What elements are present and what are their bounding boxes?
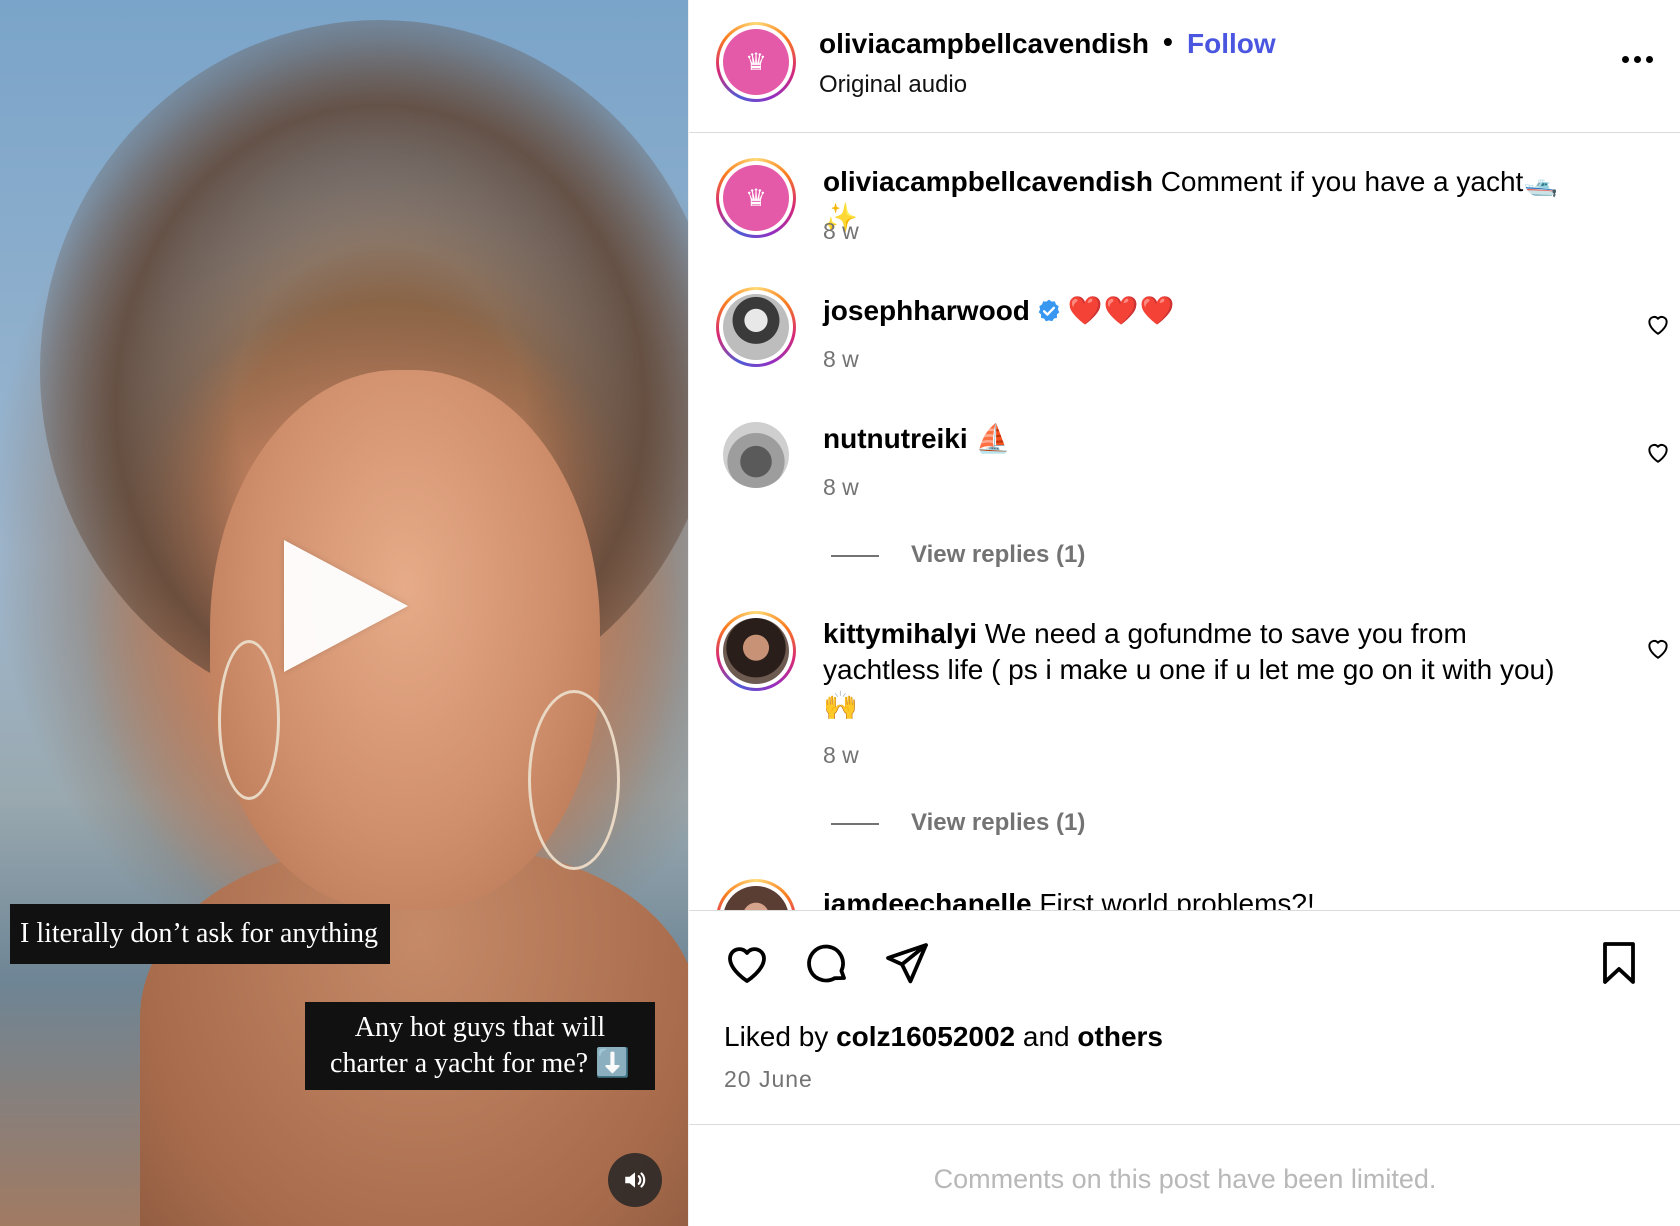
comment-username[interactable]: kittymihalyi (823, 618, 977, 649)
liked-by-text: Liked by colz16052002 and others (724, 1021, 1163, 1053)
comment-body: First world problems?! (1039, 888, 1315, 910)
comment-text: josephharwood ❤️❤️❤️ (823, 293, 1583, 329)
play-icon[interactable] (284, 540, 408, 672)
separator-dot: • (1163, 26, 1173, 57)
liked-by-user-link[interactable]: colz16052002 (836, 1021, 1015, 1052)
post-date[interactable]: 20 June (724, 1066, 813, 1093)
like-comment-heart-icon[interactable] (1645, 635, 1671, 661)
crown-logo-icon: ♛ (723, 29, 789, 95)
comment-username[interactable]: iamdeechanelle (823, 888, 1032, 910)
author-avatar[interactable]: ♛ (716, 22, 796, 102)
comment-avatar[interactable]: ♛ (716, 158, 796, 238)
comment-time: 8 w (823, 742, 859, 768)
post-details-panel: ♛ oliviacampbellcavendish • Follow Origi… (688, 0, 1680, 1226)
earring-right (528, 690, 620, 870)
bookmark-save-icon[interactable] (1595, 939, 1643, 987)
comment-text: oliviacampbellcavendish Comment if you h… (823, 164, 1583, 236)
video-caption-top: I literally don’t ask for anything (10, 904, 390, 964)
comment-avatar[interactable] (716, 611, 796, 691)
like-comment-heart-icon[interactable] (1645, 311, 1671, 337)
comment-bubble-icon[interactable] (803, 939, 851, 987)
comment-time: 8 w (823, 474, 859, 500)
liked-others-link[interactable]: others (1077, 1021, 1163, 1052)
comment-avatar[interactable] (723, 422, 789, 488)
comment-time: 8 w (823, 218, 859, 244)
earring-left (218, 640, 280, 800)
speaker-icon (625, 1172, 646, 1188)
liked-prefix: Liked by (724, 1021, 829, 1052)
comments-limited-notice: Comments on this post have been limited. (933, 1164, 1437, 1194)
comment-text: kittymihalyi We need a gofundme to save … (823, 616, 1583, 724)
post-actions: Liked by colz16052002 and others 20 June (689, 910, 1680, 1125)
comments-list[interactable]: ♛ oliviacampbellcavendish Comment if you… (689, 134, 1680, 910)
share-send-icon[interactable] (883, 939, 931, 987)
comment-avatar[interactable] (716, 879, 796, 910)
comment-text: iamdeechanelle First world problems?! (823, 886, 1583, 910)
comment-body: ❤️❤️❤️ (1067, 295, 1176, 326)
post-header: ♛ oliviacampbellcavendish • Follow Origi… (689, 0, 1680, 133)
comment-username[interactable]: oliviacampbellcavendish (823, 166, 1153, 197)
comment-text: nutnutreiki ⛵ (823, 421, 1583, 457)
comment-username[interactable]: josephharwood (823, 295, 1030, 326)
comment-time: 8 w (823, 346, 859, 372)
like-comment-heart-icon[interactable] (1645, 439, 1671, 465)
audio-link[interactable]: Original audio (819, 71, 967, 99)
video-caption-bottom: Any hot guys that will charter a yacht f… (305, 1002, 655, 1090)
replies-divider (831, 555, 879, 557)
author-username[interactable]: oliviacampbellcavendish (819, 28, 1149, 60)
follow-button[interactable]: Follow (1187, 28, 1276, 60)
verified-badge-icon (1038, 299, 1060, 322)
like-heart-icon[interactable] (723, 939, 771, 987)
comment-avatar[interactable] (716, 287, 796, 367)
more-options-icon[interactable] (1617, 44, 1657, 74)
view-replies-button[interactable]: View replies (1) (911, 809, 1085, 837)
reel-video[interactable]: I literally don’t ask for anything Any h… (0, 0, 688, 1226)
liked-middle: and (1022, 1021, 1070, 1052)
replies-divider (831, 823, 879, 825)
comment-body: ⛵ (975, 423, 1011, 454)
sound-toggle-button[interactable] (608, 1153, 662, 1207)
crown-logo-icon: ♛ (723, 165, 789, 231)
comment-username[interactable]: nutnutreiki (823, 423, 968, 454)
view-replies-button[interactable]: View replies (1) (911, 541, 1085, 569)
